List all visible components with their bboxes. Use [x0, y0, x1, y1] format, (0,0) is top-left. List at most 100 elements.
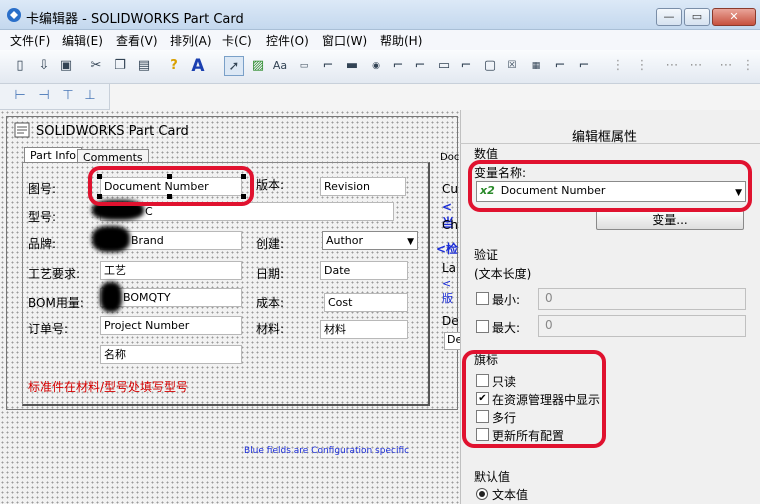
menu-window[interactable]: 窗口(W)	[322, 32, 367, 49]
spin-icon[interactable]: ⌐	[550, 56, 570, 76]
cut-icon[interactable]: ✂	[86, 56, 106, 76]
material-field[interactable]: 材料	[320, 320, 408, 339]
new-icon[interactable]: ▯	[10, 56, 30, 76]
label-model: 型号:	[28, 210, 57, 224]
calendar-icon[interactable]: ▦	[526, 56, 546, 76]
align-bottom-edge-icon[interactable]: ⊥	[80, 86, 100, 106]
config-specific-note: Blue fields are Configuration specific	[244, 446, 410, 456]
align-right-edge-icon[interactable]: ⊣	[34, 86, 54, 106]
menu-file[interactable]: 文件(F)	[10, 32, 50, 49]
menu-card[interactable]: 卡(C)	[222, 32, 252, 49]
label-bom: BOM用量:	[28, 296, 84, 310]
canvas-header-strip	[110, 84, 760, 110]
window-title: 卡编辑器 - SOLIDWORKS Part Card	[26, 12, 244, 27]
author-combo[interactable]: Author ▼	[322, 231, 418, 250]
redaction-mark	[92, 226, 130, 252]
label-cost: 成本:	[256, 296, 285, 310]
copy-icon[interactable]: ❐	[110, 56, 130, 76]
radio-icon[interactable]: ◉	[366, 56, 386, 76]
project-number-field[interactable]: Project Number	[100, 316, 242, 335]
cost-field[interactable]: Cost	[324, 293, 408, 312]
min-label: 最小:	[492, 293, 521, 307]
text-value-label: 文本值	[492, 488, 529, 502]
check-icon[interactable]: ☒	[502, 56, 522, 76]
menu-arrange[interactable]: 排列(A)	[170, 32, 212, 49]
default-value-section-label: 默认值	[474, 470, 511, 484]
tab-part-info[interactable]: Part Info	[24, 147, 83, 163]
align-toolbar: ⊢ ⊣ ⊤ ⊥	[0, 84, 110, 110]
partial-doc-label: Doc	[440, 152, 460, 163]
min-input[interactable]: 0	[538, 288, 746, 310]
label-brand: 品牌:	[28, 237, 57, 251]
app-icon	[6, 7, 22, 23]
partial-cu-label: Cu	[442, 182, 458, 196]
variables-button[interactable]: 变量...	[596, 210, 744, 230]
properties-panel-title: 编辑框属性	[572, 130, 638, 145]
rect-icon[interactable]: ▬	[342, 56, 362, 76]
label-created: 创建:	[256, 237, 285, 251]
combo-icon[interactable]: ▭	[434, 56, 454, 76]
tab-icon[interactable]: ▢	[480, 56, 500, 76]
align-middle-icon[interactable]: ⋯	[686, 56, 706, 76]
align-center-icon[interactable]: ⋮	[632, 56, 652, 76]
radio-dot-icon	[479, 491, 485, 497]
text-value-radio[interactable]	[476, 488, 488, 500]
slider-icon[interactable]: ⌐	[574, 56, 594, 76]
pointer-icon[interactable]: ➚	[224, 56, 244, 76]
card-title: SOLIDWORKS Part Card	[36, 124, 189, 139]
frame-icon[interactable]: ⌐	[388, 56, 408, 76]
menu-edit[interactable]: 编辑(E)	[62, 32, 103, 49]
edit-box-icon[interactable]: ▭	[294, 56, 314, 76]
highlight-variable-name	[468, 160, 752, 212]
highlight-flags	[462, 350, 606, 448]
group-icon[interactable]: ⌐	[410, 56, 430, 76]
craft-field[interactable]: 工艺	[100, 261, 242, 280]
picture-icon[interactable]: ▨	[248, 56, 268, 76]
paste-icon[interactable]: ▤	[134, 56, 154, 76]
label-icon[interactable]: Aa	[270, 56, 290, 76]
label-material: 材料:	[256, 322, 285, 336]
menu-help[interactable]: 帮助(H)	[380, 32, 422, 49]
partial-check-label: <检	[436, 242, 459, 256]
menu-view[interactable]: 查看(V)	[116, 32, 158, 49]
right-column-partial: Doc Cu <当 Ch <检 La <版 De De	[432, 150, 460, 390]
min-checkbox[interactable]	[476, 292, 489, 305]
text-length-label: (文本长度)	[474, 267, 532, 281]
open-icon[interactable]: ⇩	[34, 56, 54, 76]
space-across-icon[interactable]: ⋯	[716, 56, 736, 76]
align-left-edge-icon[interactable]: ⊢	[10, 86, 30, 106]
maximize-button[interactable]: ▭	[684, 8, 710, 26]
partial-ch-label: Ch	[442, 218, 458, 232]
revision-field[interactable]: Revision	[320, 177, 406, 196]
max-input[interactable]: 0	[538, 315, 746, 337]
help-icon[interactable]: ?	[164, 56, 184, 76]
label-craft: 工艺要求:	[28, 267, 81, 281]
card-icon	[14, 122, 30, 138]
list-icon[interactable]: ⌐	[456, 56, 476, 76]
tab-comments[interactable]: Comments	[77, 149, 149, 164]
partial-de-field[interactable]: De	[444, 332, 460, 350]
partial-de-label: De	[442, 314, 459, 328]
space-down-icon[interactable]: ⋮	[738, 56, 758, 76]
highlight-doc-number	[88, 166, 254, 206]
menu-controls[interactable]: 控件(O)	[266, 32, 309, 49]
label-order: 订单号:	[28, 322, 69, 336]
name-field[interactable]: 名称	[100, 345, 242, 364]
align-left-icon[interactable]: ⋮	[608, 56, 628, 76]
max-label: 最大:	[492, 321, 521, 335]
line-icon[interactable]: ⌐	[318, 56, 338, 76]
align-top-edge-icon[interactable]: ⊤	[58, 86, 78, 106]
label-version: 版本:	[256, 178, 285, 192]
date-field[interactable]: Date	[320, 261, 408, 280]
save-icon[interactable]: ▣	[56, 56, 76, 76]
close-button[interactable]: ✕	[712, 8, 756, 26]
author-value: Author	[326, 234, 364, 247]
minimize-button[interactable]: —	[656, 8, 682, 26]
redaction-mark	[100, 282, 122, 312]
main-toolbar: ▯ ⇩ ▣ ✂ ❐ ▤ ? A ➚ ▨ Aa ▭ ⌐ ▬ ◉ ⌐ ⌐ ▭ ⌐ ▢…	[0, 50, 760, 84]
align-top-icon[interactable]: ⋯	[662, 56, 682, 76]
partial-version-label: <版	[442, 277, 453, 305]
font-icon[interactable]: A	[188, 56, 208, 76]
max-checkbox[interactable]	[476, 320, 489, 333]
label-date: 日期:	[256, 267, 285, 281]
